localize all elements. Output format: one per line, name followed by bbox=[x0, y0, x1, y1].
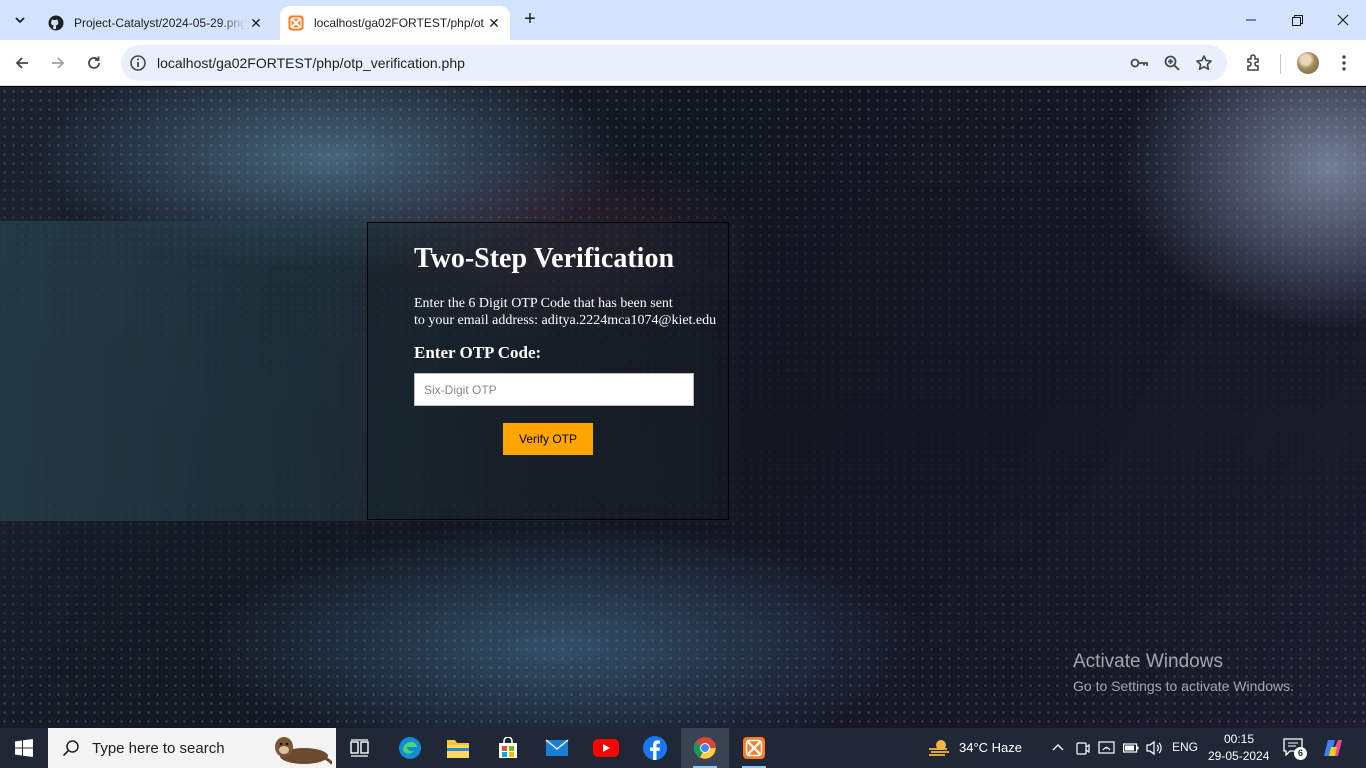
toolbar-divider bbox=[1280, 54, 1281, 74]
password-key-icon[interactable] bbox=[1129, 53, 1149, 73]
battery-icon[interactable] bbox=[1123, 742, 1139, 754]
activate-windows-watermark: Activate Windows Go to Settings to activ… bbox=[1073, 651, 1294, 694]
otp-label: Enter OTP Code: bbox=[414, 343, 542, 362]
mail-icon bbox=[545, 739, 569, 756]
close-tab-icon[interactable]: ✕ bbox=[484, 13, 504, 33]
taskbar: Type here to search 34°C Haze ENG 00:15 … bbox=[0, 728, 1366, 768]
file-explorer-icon bbox=[447, 740, 469, 758]
otp-input[interactable] bbox=[414, 373, 694, 406]
clock-time[interactable]: 00:15 bbox=[1224, 732, 1254, 746]
tab-title: Project-Catalyst/2024-05-29.png bbox=[74, 16, 246, 30]
minimize-button[interactable] bbox=[1228, 0, 1274, 40]
extensions-icon[interactable] bbox=[1242, 51, 1266, 75]
instructions-text: Enter the 6 Digit OTP Code that has been… bbox=[414, 295, 728, 329]
browser-toolbar: localhost/ga02FORTEST/php/otp_verificati… bbox=[0, 40, 1366, 86]
minimize-icon bbox=[1246, 19, 1256, 21]
close-tab-icon[interactable]: ✕ bbox=[246, 13, 266, 33]
chevron-up-icon[interactable] bbox=[1051, 741, 1065, 755]
language-indicator[interactable]: ENG bbox=[1172, 740, 1198, 754]
page-background: Two-Step Verification Enter the 6 Digit … bbox=[0, 87, 1366, 728]
tab-project-catalyst[interactable]: Project-Catalyst/2024-05-29.png ✕ bbox=[40, 6, 272, 40]
verify-otp-button[interactable]: Verify OTP bbox=[503, 423, 593, 455]
microsoft-store-app[interactable] bbox=[484, 728, 532, 768]
search-icon bbox=[62, 740, 79, 757]
page-title: Two-Step Verification bbox=[414, 243, 675, 274]
task-view-button[interactable] bbox=[336, 728, 384, 768]
watermark-subtitle: Go to Settings to activate Windows. bbox=[1073, 678, 1294, 694]
back-button[interactable] bbox=[8, 49, 36, 77]
bookmark-star-icon[interactable] bbox=[1194, 53, 1214, 73]
close-icon bbox=[1337, 14, 1349, 26]
forward-button[interactable] bbox=[44, 49, 72, 77]
edge-icon bbox=[399, 737, 421, 759]
start-button[interactable] bbox=[0, 728, 48, 768]
tab-otp-verification[interactable]: localhost/ga02FORTEST/php/otp_verificati… bbox=[280, 6, 510, 40]
arrow-right-icon bbox=[52, 57, 65, 69]
instructions-line-2: to your email address: aditya.2224mca107… bbox=[414, 313, 717, 328]
tab-search-button[interactable] bbox=[8, 8, 32, 32]
chrome-app[interactable] bbox=[681, 728, 729, 768]
address-bar[interactable]: localhost/ga02FORTEST/php/otp_verificati… bbox=[121, 45, 1227, 81]
github-icon bbox=[48, 15, 64, 31]
url-text[interactable]: localhost/ga02FORTEST/php/otp_verificati… bbox=[157, 55, 465, 71]
watermark-title: Activate Windows bbox=[1073, 651, 1223, 672]
weather-haze-icon[interactable] bbox=[927, 738, 951, 758]
mail-app[interactable] bbox=[533, 728, 581, 768]
facebook-icon bbox=[643, 736, 667, 760]
notification-center-button[interactable]: 6 bbox=[1283, 738, 1307, 760]
xampp-app[interactable] bbox=[730, 728, 778, 768]
facebook-app[interactable] bbox=[631, 728, 679, 768]
reload-icon bbox=[88, 56, 100, 69]
clock-date[interactable]: 29-05-2024 bbox=[1208, 749, 1269, 763]
taskbar-search[interactable]: Type here to search bbox=[48, 728, 336, 768]
xampp-icon bbox=[743, 737, 765, 759]
camera-icon[interactable] bbox=[1075, 741, 1090, 756]
youtube-app[interactable] bbox=[582, 728, 630, 768]
chevron-down-icon bbox=[15, 17, 25, 24]
tab-title: localhost/ga02FORTEST/php/otp_verificati… bbox=[314, 16, 484, 30]
volume-icon[interactable] bbox=[1146, 740, 1163, 756]
file-explorer-app[interactable] bbox=[434, 728, 482, 768]
chrome-icon bbox=[693, 737, 716, 759]
network-icon[interactable] bbox=[1098, 740, 1115, 756]
arrow-left-icon bbox=[15, 57, 28, 69]
search-placeholder: Type here to search bbox=[92, 739, 225, 757]
task-view-icon bbox=[350, 739, 369, 757]
zoom-icon[interactable] bbox=[1162, 53, 1182, 73]
kebab-menu-icon[interactable] bbox=[1332, 51, 1356, 75]
notification-badge: 6 bbox=[1294, 747, 1307, 760]
youtube-icon bbox=[593, 739, 619, 757]
tab-bar: Project-Catalyst/2024-05-29.png ✕ localh… bbox=[0, 0, 1366, 40]
restore-button[interactable] bbox=[1274, 0, 1320, 40]
close-window-button[interactable] bbox=[1320, 0, 1366, 40]
xampp-icon bbox=[288, 15, 304, 31]
otp-verification-form: Two-Step Verification Enter the 6 Digit … bbox=[367, 222, 729, 520]
weather-text[interactable]: 34°C Haze bbox=[959, 740, 1022, 755]
new-tab-button[interactable]: + bbox=[518, 8, 542, 32]
info-icon[interactable] bbox=[129, 54, 147, 72]
edge-app[interactable] bbox=[386, 728, 434, 768]
windows-logo-icon bbox=[15, 739, 33, 757]
store-icon bbox=[499, 737, 517, 758]
instructions-line-1: Enter the 6 Digit OTP Code that has been… bbox=[414, 296, 673, 311]
copilot-icon[interactable] bbox=[1322, 737, 1344, 759]
profile-avatar[interactable] bbox=[1297, 52, 1319, 74]
restore-icon bbox=[1291, 14, 1303, 26]
reload-button[interactable] bbox=[80, 49, 108, 77]
search-highlight-otter-icon bbox=[275, 737, 332, 765]
